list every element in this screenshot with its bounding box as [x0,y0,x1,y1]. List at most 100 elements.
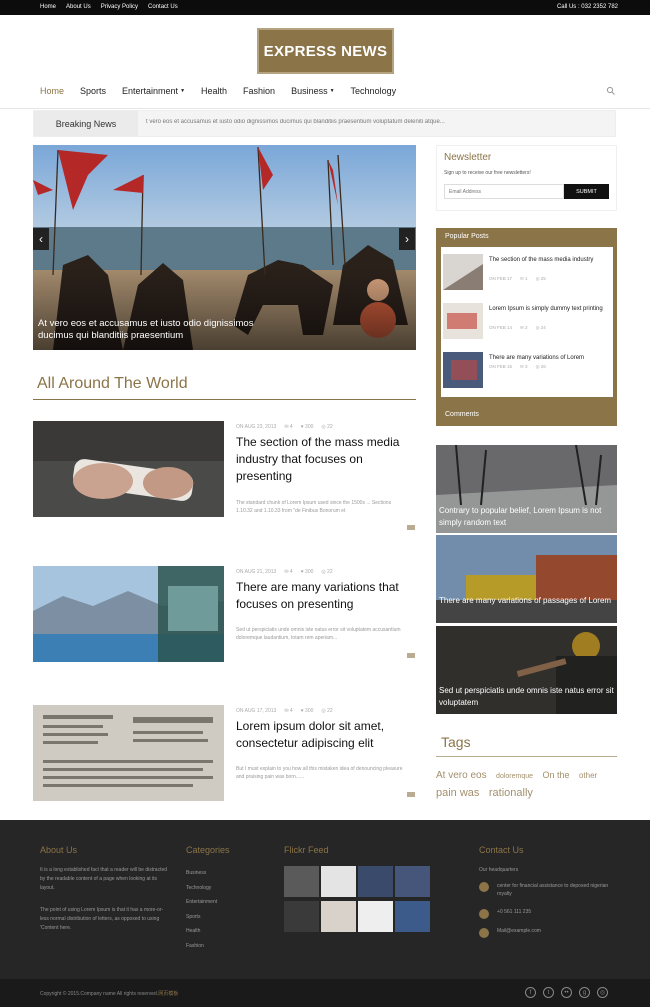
copyright: Copyright © 2015.Company name All rights… [40,990,178,997]
article-card: ON AUG 23, 2013 ✉ 4 ♥ 300 ◎ 22 The section … [33,421,416,530]
nav-item-sports[interactable]: Sports [80,86,106,96]
nav-divider [0,108,650,109]
flickr-photo[interactable] [395,901,430,932]
nav-label: Business [291,86,328,96]
read-more-icon[interactable] [407,653,415,658]
side-image-card[interactable]: Sed ut perspiciatis unde omnis iste natu… [436,626,617,714]
article-title[interactable]: Lorem ipsum dolor sit amet, consectetur … [236,718,416,752]
copyright-link[interactable]: 网页模板 [158,991,178,997]
like-count-value: 300 [305,569,314,575]
nav-item-business[interactable]: Business ▼ [291,86,334,96]
flickr-photo[interactable] [284,901,319,932]
popular-post-title[interactable]: Lorem Ipsum is simply dummy text printin… [489,305,611,314]
flickr-photo[interactable] [284,866,319,897]
top-link-privacy[interactable]: Privacy Policy [101,4,138,10]
flickr-photo[interactable] [321,901,356,932]
tab-popular-posts[interactable]: Popular Posts [445,233,489,240]
slider-next-arrow[interactable]: › [399,228,415,250]
contact-email[interactable]: Mail@example.com [497,928,541,934]
article-thumbnail[interactable] [33,421,224,517]
nav-label: Health [201,86,228,96]
slider-prev-arrow[interactable]: ‹ [33,228,49,250]
nav-item-entertainment[interactable]: Entertainment ▼ [122,86,185,96]
comment-count-value: 4 [289,708,293,714]
popular-post-title[interactable]: There are many variations of Lorem [489,354,611,363]
view-count-value: 22 [327,708,333,714]
view-count: ◎ 25 [535,276,546,281]
site-logo[interactable]: EXPRESS NEWS [257,28,394,74]
nav-item-technology[interactable]: Technology [351,86,397,96]
article-date: ON AUG 21, 2013 [236,569,277,575]
comment-count: ✉ 3 [520,364,528,369]
contact-phone-row: +0 561 111 235 [479,909,531,919]
social-links: f t •• g ◎ [525,987,608,998]
tag-link[interactable]: rationally [489,787,533,799]
footer: About Us It is a long established fact t… [0,820,650,979]
read-more-icon[interactable] [407,525,415,530]
footer-category-link[interactable]: Technology [186,881,217,896]
side-image-card[interactable]: There are many variations of passages of… [436,535,617,623]
search-icon[interactable] [606,86,616,96]
article-thumbnail[interactable] [33,705,224,801]
breaking-news-bar: Breaking News t vero eos et accusamus et… [33,110,616,137]
tag-link[interactable]: pain was [436,787,479,799]
newsletter-submit-button[interactable]: SUBMIT [564,184,609,199]
popular-post-item[interactable]: The section of the mass media industry O… [443,250,611,294]
popular-post-item[interactable]: Lorem Ipsum is simply dummy text printin… [443,299,611,343]
tag-link[interactable]: On the [542,770,569,780]
article-meta: ON AUG 23, 2013 ✉ 4 ♥ 300 ◎ 22 [236,424,333,430]
tab-recent-posts[interactable]: Recent Posts [445,390,487,397]
nav-item-home[interactable]: Home [40,86,64,96]
contact-hq-label: Our headquarters [479,867,519,873]
footer-category-link[interactable]: Health [186,924,217,939]
side-image-caption[interactable]: Sed ut perspiciatis unde omnis iste natu… [439,685,617,709]
caret-down-icon: ▼ [180,88,186,94]
breaking-news-ticker[interactable]: t vero eos et accusamus et iusto odio di… [146,119,446,125]
top-link-about[interactable]: About Us [66,4,91,10]
call-us-text: Call Us : 032 2352 782 [556,4,618,10]
nav-item-health[interactable]: Health [201,86,227,96]
tag-link[interactable]: other [579,771,597,780]
top-link-home[interactable]: Home [40,4,56,10]
twitter-icon[interactable]: t [543,987,554,998]
dribbble-icon[interactable]: ◎ [597,987,608,998]
side-image-caption[interactable]: There are many variations of passages of… [439,595,617,607]
comment-count-value: 2 [525,325,528,330]
article-title[interactable]: There are many variations that focuses o… [236,579,416,613]
top-link-contact[interactable]: Contact Us [148,4,178,10]
slider-caption[interactable]: At vero eos et accusamus et iusto odio d… [38,318,288,342]
flickr-photo[interactable] [321,866,356,897]
footer-category-link[interactable]: Sports [186,910,217,925]
article-date: ON AUG 23, 2013 [236,424,277,430]
popular-post-item[interactable]: There are many variations of Lorem ON FE… [443,348,611,392]
google-plus-icon[interactable]: g [579,987,590,998]
location-pin-icon [479,882,489,892]
side-image-card[interactable]: Contrary to popular belief, Lorem Ipsum … [436,445,617,533]
tag-link[interactable]: At vero eos [436,770,487,781]
read-more-icon[interactable] [407,792,415,797]
comment-count-value: 4 [289,569,293,575]
like-count: ♥ 300 [300,708,314,714]
flickr-photo[interactable] [358,901,393,932]
like-count: ♥ 300 [300,424,314,430]
article-thumbnail[interactable] [33,566,224,662]
hero-slider[interactable]: ‹ › At vero eos et accusamus et iusto od… [33,145,416,350]
view-count-value: 24 [540,325,546,330]
flickr-photo[interactable] [358,866,393,897]
side-image-caption[interactable]: Contrary to popular belief, Lorem Ipsum … [439,505,617,529]
footer-category-link[interactable]: Entertainment [186,895,217,910]
footer-category-link[interactable]: Fashion [186,939,217,954]
tag-link[interactable]: doloremque [496,773,533,780]
flickr-photo[interactable] [395,866,430,897]
nav-item-fashion[interactable]: Fashion [243,86,275,96]
newsletter-email-input[interactable] [444,184,564,199]
tag-cloud: At vero eos doloremque On the other pain… [436,765,617,801]
nav-label: Technology [350,86,397,96]
tab-comments[interactable]: Comments [445,411,479,418]
article-title[interactable]: The section of the mass media industry t… [236,434,416,485]
popular-post-title[interactable]: The section of the mass media industry [489,256,611,265]
footer-category-link[interactable]: Business [186,866,217,881]
nav-label: Fashion [243,86,276,96]
facebook-icon[interactable]: f [525,987,536,998]
flickr-icon[interactable]: •• [561,987,572,998]
